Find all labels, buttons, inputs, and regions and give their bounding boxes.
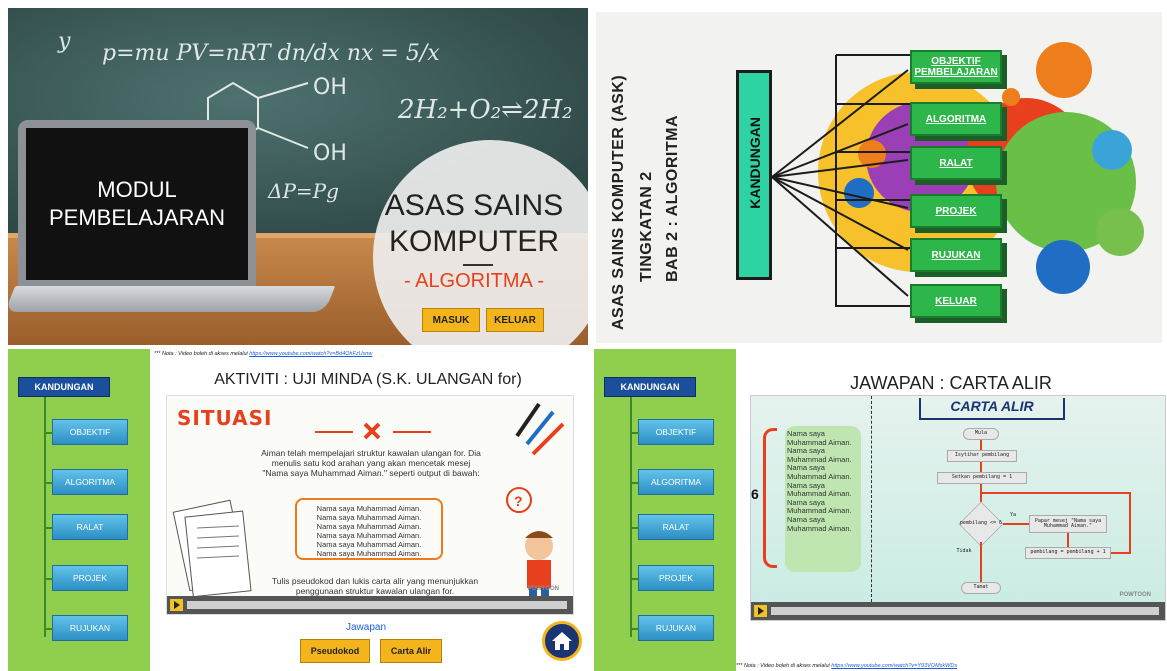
- count-six: 6: [751, 486, 759, 502]
- carta-alir-button[interactable]: Carta Alir: [380, 639, 442, 663]
- laptop-text-line2: PEMBELAJARAN: [48, 205, 226, 230]
- activity-slide: KANDUNGAN OBJEKTIF ALGORITMA RALAT PROJE…: [8, 349, 586, 671]
- video-player-bar[interactable]: [751, 602, 1165, 620]
- masuk-button[interactable]: MASUK: [422, 308, 480, 332]
- sidebar-item-rujukan[interactable]: RUJUKAN: [45, 615, 128, 641]
- menu-item-ralat[interactable]: RALAT: [910, 146, 1002, 180]
- sidebar-item-objektif[interactable]: OBJEKTIF: [631, 419, 714, 445]
- video-link[interactable]: https://www.youtube.com/watch?v=Y93VOMsk…: [831, 663, 957, 669]
- fc-isytihar: Isytihar pembilang: [947, 450, 1017, 462]
- fc-arrow: [980, 542, 982, 582]
- fc-condition: pembilang <= 6: [959, 520, 1003, 527]
- output-box: Nama saya Muhammad Aiman. Nama saya Muha…: [295, 498, 443, 560]
- divider-dashed: [871, 396, 872, 602]
- scenario-text: Aiman telah mempelajari struktur kawalan…: [261, 448, 481, 478]
- activity-title: AKTIVITI : UJI MINDA (S.K. ULANGAN for): [214, 371, 522, 388]
- sidebar-item-algoritma[interactable]: ALGORITMA: [45, 469, 128, 495]
- menu-slide: ASAS SAINS KOMPUTER (ASK) TINGKATAN 2 BA…: [596, 12, 1162, 343]
- video-note: *** Nota : Video boleh di akses melalui …: [154, 351, 373, 357]
- instruction-text: Tulis pseudokod dan lukis carta alir yan…: [271, 576, 479, 596]
- menu-item-keluar[interactable]: KELUAR: [910, 284, 1002, 318]
- sidebar: KANDUNGAN OBJEKTIF ALGORITMA RALAT PROJE…: [594, 349, 736, 671]
- seek-bar[interactable]: [187, 601, 567, 609]
- sidebar: KANDUNGAN OBJEKTIF ALGORITMA RALAT PROJE…: [8, 349, 150, 671]
- menu-item-objektif[interactable]: OBJEKTIF PEMBELAJARAN: [910, 50, 1002, 84]
- output-line: Nama saya Muhammad Aiman.: [316, 549, 422, 558]
- laptop-screen: MODUL PEMBELAJARAN: [18, 120, 256, 288]
- svg-text:OH: OH: [313, 141, 347, 166]
- module-title: ASAS SAINS KOMPUTER: [384, 189, 564, 258]
- laptop-keyboard: [8, 286, 336, 312]
- seek-bar[interactable]: [771, 607, 1159, 615]
- kandungan-tab[interactable]: KANDUNGAN: [18, 377, 110, 397]
- output-line: Nama saya Muhammad Aiman.: [316, 540, 422, 549]
- video-player-bar[interactable]: [167, 596, 573, 614]
- fc-arrow: [1111, 552, 1131, 554]
- powtoon-watermark: POWTOON: [527, 586, 559, 592]
- sidebar-item-ralat[interactable]: RALAT: [45, 514, 128, 540]
- menu-connector-lines: [771, 54, 910, 307]
- fc-mula: Mula: [963, 428, 999, 440]
- fc-arrow: [982, 492, 1131, 494]
- menu-item-algoritma[interactable]: ALGORITMA: [910, 102, 1002, 136]
- names-list: Nama saya Muhammad Aiman. Nama saya Muhamm…: [787, 429, 852, 533]
- output-line: Nama saya Muhammad Aiman.: [316, 504, 422, 513]
- keluar-button[interactable]: KELUAR: [486, 308, 544, 332]
- output-line: Nama saya Muhammad Aiman.: [316, 531, 422, 540]
- carta-alir-title: CARTA ALIR: [919, 398, 1065, 420]
- module-subtitle: - ALGORITMA -: [403, 270, 545, 292]
- video-note: *** Nota : Video boleh di akses melalui …: [736, 663, 958, 669]
- output-line: Nama saya Muhammad Aiman.: [316, 513, 422, 522]
- fc-arrow: [980, 462, 982, 472]
- svg-text:?: ?: [514, 493, 523, 509]
- jawapan-label: Jawapan: [346, 622, 387, 633]
- sidebar-item-objektif[interactable]: OBJEKTIF: [45, 419, 128, 445]
- sidebar-item-algoritma[interactable]: ALGORITMA: [631, 469, 714, 495]
- fc-arrow: [1067, 533, 1069, 547]
- svg-text:y: y: [57, 29, 71, 54]
- powtoon-watermark: POWTOON: [1119, 592, 1151, 598]
- pseudokod-button[interactable]: Pseudokod: [300, 639, 370, 663]
- svg-text:ΔP=Pg: ΔP=Pg: [267, 179, 339, 203]
- svg-text:2H₂+O₂⇌2H₂: 2H₂+O₂⇌2H₂: [397, 95, 573, 125]
- answer-title: JAWAPAN : CARTA ALIR: [850, 373, 1052, 393]
- home-icon: [552, 632, 572, 650]
- sidebar-item-projek[interactable]: PROJEK: [631, 565, 714, 591]
- laptop-text-line1: MODUL: [97, 177, 177, 202]
- answer-slide: KANDUNGAN OBJEKTIF ALGORITMA RALAT PROJE…: [594, 349, 1167, 671]
- kandungan-tab[interactable]: KANDUNGAN: [604, 377, 696, 397]
- kandungan-box: KANDUNGAN: [736, 70, 772, 280]
- brace-shape: [763, 428, 777, 568]
- play-icon[interactable]: [754, 605, 767, 617]
- sidebar-item-rujukan[interactable]: RUJUKAN: [631, 615, 714, 641]
- fc-arrow: [1129, 492, 1131, 554]
- answer-video[interactable]: 6 Nama saya Muhammad Aiman. Nama saya Muha…: [750, 395, 1166, 621]
- answer-main: JAWAPAN : CARTA ALIR 6 Nama saya Muhammad…: [736, 349, 1167, 671]
- fc-arrow: [1003, 523, 1029, 525]
- home-button[interactable]: [542, 621, 582, 661]
- play-icon[interactable]: [170, 599, 183, 611]
- activity-video[interactable]: SITUASI ? Aiman telah mempelajari strukt…: [166, 395, 574, 615]
- fc-ya: Ya: [1009, 512, 1017, 519]
- sidebar-item-ralat[interactable]: RALAT: [631, 514, 714, 540]
- title-divider: [463, 264, 493, 266]
- fc-papar: Papar mesej "Nama saya Muhammad Aiman.": [1029, 515, 1107, 533]
- fc-increment: pembilang = pembilang + 1: [1025, 547, 1111, 559]
- title-slide: y p=mu PV=nRT dn/dx nx = 5/x OH OH 2H₂+O…: [8, 8, 588, 345]
- menu-item-projek[interactable]: PROJEK: [910, 194, 1002, 228]
- output-line: Nama saya Muhammad Aiman.: [316, 522, 422, 531]
- svg-text:OH: OH: [313, 75, 347, 100]
- video-link[interactable]: https://www.youtube.com/watch?v=Bd4OhFzU…: [249, 351, 372, 357]
- fc-tidak: Tidak: [956, 548, 972, 555]
- board-formula: p=mu PV=nRT dn/dx nx = 5/x: [102, 41, 440, 66]
- fc-setkan: Setkan pembilang = 1: [937, 472, 1027, 484]
- fc-tamat: Tamat: [961, 582, 1001, 594]
- fc-arrow: [980, 440, 982, 450]
- sidebar-item-projek[interactable]: PROJEK: [45, 565, 128, 591]
- menu-item-rujukan[interactable]: RUJUKAN: [910, 238, 1002, 272]
- activity-main: *** Nota : Video boleh di akses melalui …: [150, 349, 586, 671]
